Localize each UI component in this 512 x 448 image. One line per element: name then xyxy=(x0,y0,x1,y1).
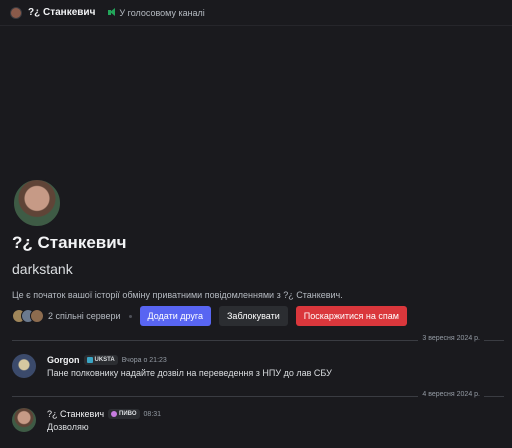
speaker-icon xyxy=(107,8,116,17)
message-timestamp: Вчора о 21:23 xyxy=(121,356,167,364)
profile-username: darkstank xyxy=(12,261,73,277)
message-timestamp: 08:31 xyxy=(143,410,162,418)
dm-intro-text: Це є початок вашої історії обміну приват… xyxy=(12,290,343,300)
mutual-server-icons xyxy=(12,309,44,323)
voice-status[interactable]: У голосовому каналі xyxy=(107,7,205,18)
message-text: Пане полковнику надайте дозвіл на переве… xyxy=(47,368,332,378)
profile-actions: 2 спільні сервери Додати друга Заблокува… xyxy=(12,306,407,326)
message-avatar[interactable] xyxy=(12,408,36,432)
profile-avatar[interactable] xyxy=(12,178,62,228)
message-avatar[interactable] xyxy=(12,354,36,378)
mutual-servers[interactable]: 2 спільні сервери xyxy=(12,309,121,323)
report-spam-button[interactable]: Поскаржитися на спам xyxy=(295,306,407,326)
mutual-servers-label: 2 спільні сервери xyxy=(48,311,121,321)
shield-icon xyxy=(86,357,93,363)
top-bar: ?¿ Станкевич У голосовому каналі xyxy=(0,0,512,26)
message-header: Gorgon UKSTA Вчора о 21:23 xyxy=(47,355,167,365)
heart-icon xyxy=(111,411,118,417)
profile-display-name: ?¿ Станкевич xyxy=(12,233,127,252)
topbar-avatar[interactable] xyxy=(10,6,22,19)
guild-tag-label: ПИВО xyxy=(119,411,137,417)
date-separator-label: 4 вересня 2024 р. xyxy=(418,391,484,398)
add-friend-button[interactable]: Додати друга xyxy=(139,306,211,326)
message-author[interactable]: ?¿ Станкевич xyxy=(47,409,104,419)
block-button[interactable]: Заблокувати xyxy=(219,306,288,326)
topbar-title[interactable]: ?¿ Станкевич xyxy=(28,7,95,18)
date-separator: 4 вересня 2024 р. xyxy=(12,391,504,398)
guild-tag[interactable]: ПИВО xyxy=(108,409,140,419)
message-header: ?¿ Станкевич ПИВО 08:31 xyxy=(47,409,161,419)
message-text: Дозволяю xyxy=(47,422,89,432)
date-separator: 3 вересня 2024 р. xyxy=(12,335,504,342)
separator-dot xyxy=(128,314,132,318)
message-author[interactable]: Gorgon xyxy=(47,355,80,365)
guild-tag-label: UKSTA xyxy=(94,357,115,363)
date-separator-label: 3 вересня 2024 р. xyxy=(418,335,484,342)
voice-status-label: У голосовому каналі xyxy=(119,7,205,18)
guild-tag[interactable]: UKSTA xyxy=(83,355,118,365)
